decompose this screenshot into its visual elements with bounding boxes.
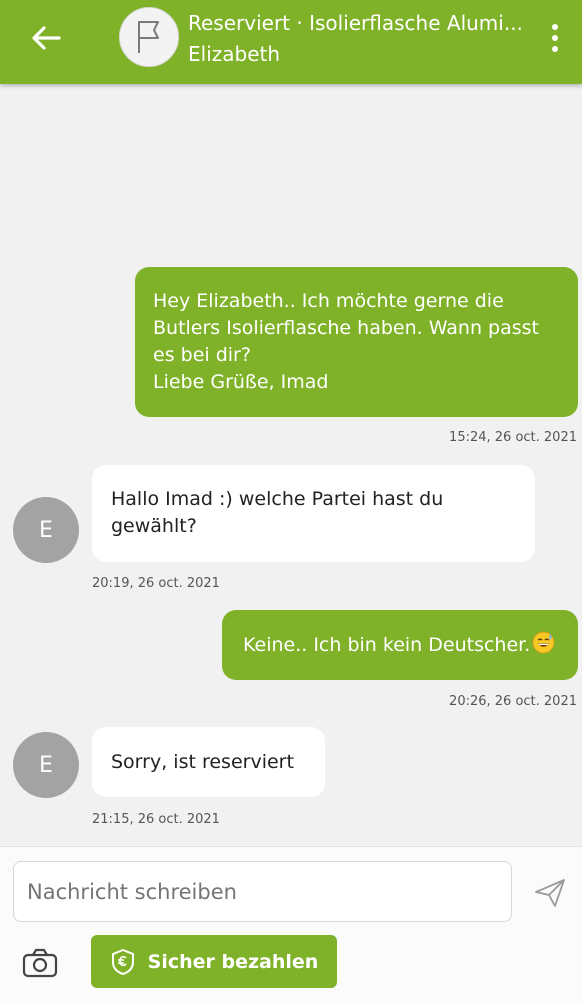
send-icon[interactable] (530, 875, 570, 911)
message-text: Keine.. Ich bin kein Deutscher. (243, 634, 531, 656)
message-line: gewählt? (111, 515, 197, 537)
message-timestamp: 15:24, 26 oct. 2021 (449, 430, 577, 445)
message-line: Liebe Grüße, Imad (153, 371, 329, 393)
message-line: Butlers Isolierflasche haben. Wann passt (153, 317, 540, 339)
message-text: Sorry, ist reserviert (111, 751, 294, 773)
grinning-sweat-emoji (532, 631, 555, 662)
message-line: Hey Elizabeth.. Ich möchte gerne die (153, 290, 504, 312)
more-vert-icon[interactable] (542, 20, 568, 56)
avatar[interactable]: E (13, 497, 79, 563)
flag-placeholder-icon (138, 21, 159, 53)
message-timestamp: 20:19, 26 oct. 2021 (92, 576, 220, 591)
composer: Sicher bezahlen (0, 846, 582, 1004)
app-bar: Reserviert · Isolierflasche Alumi... Eli… (0, 0, 582, 84)
message-incoming[interactable]: Hallo Imad :) welche Partei hast du gewä… (92, 465, 535, 562)
message-timestamp: 20:26, 26 oct. 2021 (449, 694, 577, 709)
message-input[interactable] (13, 861, 512, 922)
message-line: es bei dir? (153, 344, 251, 366)
message-timestamp: 21:15, 26 oct. 2021 (92, 812, 220, 827)
message-incoming[interactable]: Sorry, ist reserviert (92, 727, 325, 797)
item-thumbnail[interactable] (119, 7, 179, 67)
euro-shield-icon (111, 948, 134, 975)
conversation-title[interactable]: Reserviert · Isolierflasche Alumi... (188, 9, 528, 37)
secure-pay-button[interactable]: Sicher bezahlen (91, 935, 337, 988)
message-line: Hallo Imad :) welche Partei hast du (111, 488, 444, 510)
conversation-subtitle: Elizabeth (188, 42, 281, 66)
secure-pay-label: Sicher bezahlen (147, 950, 319, 973)
avatar[interactable]: E (13, 732, 79, 798)
message-outgoing[interactable]: Hey Elizabeth.. Ich möchte gerne die But… (135, 267, 578, 417)
message-outgoing[interactable]: Keine.. Ich bin kein Deutscher. (222, 610, 578, 680)
arrow-left-icon[interactable] (22, 18, 70, 58)
camera-icon[interactable] (18, 943, 62, 983)
